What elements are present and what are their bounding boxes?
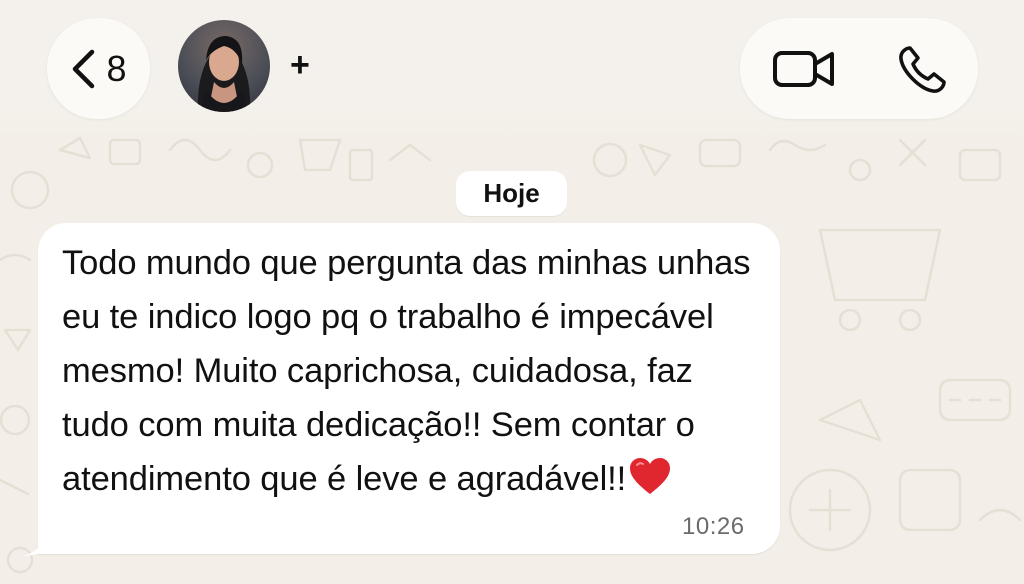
contact-avatar[interactable] [178,20,270,112]
message-timestamp: 10:26 [682,513,745,540]
back-button[interactable]: 8 [47,18,150,119]
date-separator: Hoje [456,171,567,216]
phone-icon[interactable] [896,44,948,96]
unread-count: 8 [106,47,127,89]
red-heart-emoji [630,458,671,494]
message-body: Todo mundo que pergunta das minhas unhas… [62,236,762,506]
call-actions [740,18,978,119]
video-camera-icon[interactable] [772,48,836,90]
chevron-left-icon [73,49,95,88]
avatar-photo [197,36,251,112]
add-participant-button[interactable]: + [290,48,310,82]
